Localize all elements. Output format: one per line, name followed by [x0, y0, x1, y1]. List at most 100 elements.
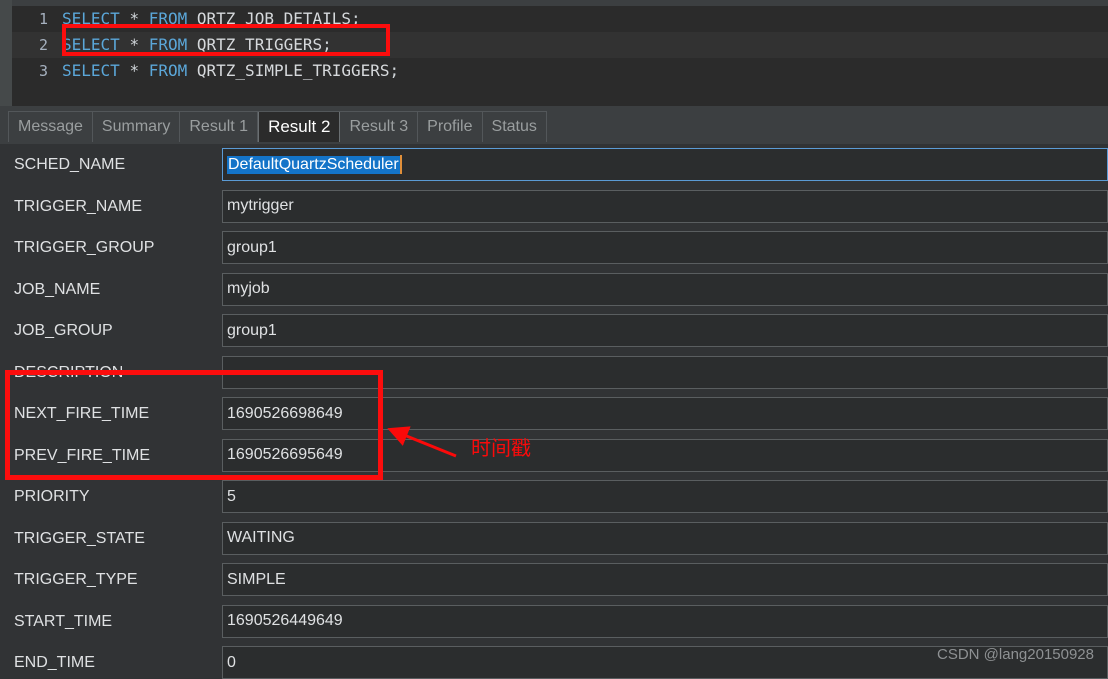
field-label: PRIORITY — [14, 488, 90, 505]
field-value-cell[interactable]: mytrigger — [222, 189, 1108, 223]
field-value-text: group1 — [227, 321, 277, 339]
field-value-cell[interactable]: DefaultQuartzScheduler — [222, 148, 1108, 181]
field-value-cell[interactable]: 5 — [222, 480, 1108, 513]
form-row[interactable]: TRIGGER_TYPE SIMPLE — [0, 559, 1108, 601]
field-label: START_TIME — [14, 612, 113, 630]
field-value-wrap: myjob — [222, 272, 1108, 306]
field-label: TRIGGER_STATE — [14, 529, 145, 547]
editor-code-pane[interactable]: 1 SELECT * FROM QRTZ_JOB_DETAILS; 2 SELECT … — [12, 6, 1108, 106]
form-row[interactable]: TRIGGER_GROUP group1 — [0, 227, 1108, 269]
field-label: PREV_FIRE_TIME — [14, 446, 151, 464]
code-token: * — [129, 9, 140, 28]
tab-message[interactable]: Message — [9, 112, 93, 142]
field-value-text: DefaultQuartzScheduler — [227, 155, 400, 174]
record-form-grid[interactable]: SCHED_NAME DefaultQuartzScheduler TRIGGER_… — [0, 144, 1108, 679]
code-token: ; — [351, 9, 361, 28]
code-token: QRTZ_SIMPLE_TRIGGERS — [196, 61, 390, 80]
code-token: * — [129, 61, 140, 80]
field-label: JOB_NAME — [14, 280, 101, 298]
field-value-wrap: SIMPLE — [222, 563, 1108, 596]
field-value-cell[interactable]: WAITING — [222, 521, 1108, 555]
line-number: 2 — [38, 36, 48, 54]
field-value-cell[interactable]: group1 — [222, 314, 1108, 347]
field-value-text: 1690526698649 — [227, 404, 343, 422]
code-line[interactable]: 1 SELECT * FROM QRTZ_JOB_DETAILS; — [12, 6, 1108, 32]
field-value-cell[interactable] — [222, 355, 1108, 389]
form-row[interactable]: JOB_NAME myjob — [0, 269, 1108, 311]
field-value-wrap: group1 — [222, 231, 1108, 264]
code-line-list[interactable]: 1 SELECT * FROM QRTZ_JOB_DETAILS; 2 SELECT … — [12, 6, 1108, 84]
field-label: TRIGGER_GROUP — [14, 239, 155, 256]
line-number: 1 — [38, 10, 48, 28]
form-row[interactable]: TRIGGER_NAME mytrigger — [0, 186, 1108, 228]
field-value-text: SIMPLE — [227, 570, 286, 588]
field-value-cell[interactable]: myjob — [222, 272, 1108, 306]
watermark-text: CSDN @lang20150928 — [937, 646, 1094, 663]
tab-list[interactable]: Message Summary Result 1 Result 2 Result 3 Pr… — [8, 111, 547, 142]
tab-result-1[interactable]: Result 1 — [180, 112, 259, 142]
field-value-text: mytrigger — [227, 197, 294, 214]
form-row[interactable]: PRIORITY 5 — [0, 476, 1108, 518]
field-value-text: 5 — [227, 487, 236, 505]
field-label: DESCRIPTION — [14, 363, 124, 381]
field-value-text: 0 — [227, 653, 236, 671]
field-value-wrap: 1690526698649 — [222, 397, 1108, 430]
annotation-label-timestamp: 时间戳 — [471, 436, 531, 460]
code-token: SELECT — [62, 9, 120, 28]
field-value-wrap: DefaultQuartzScheduler — [222, 148, 1108, 181]
field-label: SCHED_NAME — [14, 156, 126, 173]
form-row[interactable]: PREV_FIRE_TIME 1690526695649 — [0, 435, 1108, 477]
field-value-wrap: 1690526449649 — [222, 604, 1108, 638]
code-token: FROM — [148, 9, 188, 28]
field-value-wrap: 5 — [222, 480, 1108, 513]
field-value-cell[interactable]: 1690526449649 — [222, 604, 1108, 638]
code-text: SELECT * FROM QRTZ_SIMPLE_TRIGGERS; — [62, 58, 399, 84]
field-label: JOB_GROUP — [14, 322, 113, 339]
field-value-wrap: group1 — [222, 314, 1108, 347]
field-label: NEXT_FIRE_TIME — [14, 405, 150, 422]
code-token: SELECT — [62, 35, 120, 54]
code-token: * — [129, 35, 140, 54]
code-token: FROM — [148, 61, 188, 80]
code-line[interactable]: 2 SELECT * FROM QRTZ_TRIGGERS; — [12, 32, 1108, 58]
tab-result-3[interactable]: Result 3 — [340, 112, 419, 142]
tab-status[interactable]: Status — [482, 112, 546, 142]
tab-profile[interactable]: Profile — [418, 112, 483, 142]
form-row[interactable]: NEXT_FIRE_TIME 1690526698649 — [0, 393, 1108, 435]
form-row[interactable]: TRIGGER_STATE WAITING — [0, 518, 1108, 560]
code-token: QRTZ_TRIGGERS — [196, 35, 323, 54]
tab-result-2[interactable]: Result 2 — [258, 112, 341, 142]
form-row[interactable]: DESCRIPTION — [0, 352, 1108, 394]
field-label: END_TIME — [14, 654, 95, 671]
field-value-cell[interactable]: 1690526698649 — [222, 397, 1108, 430]
field-label: TRIGGER_TYPE — [14, 571, 138, 588]
field-value-wrap: WAITING — [222, 521, 1108, 555]
form-row[interactable]: SCHED_NAME DefaultQuartzScheduler — [0, 144, 1108, 186]
field-value-text: WAITING — [227, 529, 295, 546]
field-value-text: myjob — [227, 280, 270, 297]
code-text: SELECT * FROM QRTZ_TRIGGERS; — [62, 32, 332, 58]
form-row[interactable]: JOB_GROUP group1 — [0, 310, 1108, 352]
text-caret — [399, 155, 402, 174]
tab-summary[interactable]: Summary — [92, 112, 181, 142]
results-tabbar[interactable]: Message Summary Result 1 Result 2 Result 3 Pr… — [0, 106, 1108, 144]
editor-left-margin — [0, 0, 12, 106]
code-token: FROM — [148, 35, 188, 54]
sql-client-window: 1 SELECT * FROM QRTZ_JOB_DETAILS; 2 SELECT … — [0, 0, 1108, 679]
field-value-cell[interactable]: group1 — [222, 231, 1108, 264]
field-value-text: 1690526695649 — [227, 446, 343, 463]
code-token: SELECT — [62, 61, 120, 80]
line-number: 3 — [38, 62, 48, 80]
sql-editor[interactable]: 1 SELECT * FROM QRTZ_JOB_DETAILS; 2 SELECT … — [0, 0, 1108, 106]
field-value-wrap: 1690526695649 — [222, 438, 1108, 472]
field-value-cell[interactable]: SIMPLE — [222, 563, 1108, 596]
field-value-wrap: mytrigger — [222, 189, 1108, 223]
field-value-cell[interactable]: 1690526695649 — [222, 438, 1108, 472]
field-value-text: 1690526449649 — [227, 612, 343, 629]
form-row[interactable]: START_TIME 1690526449649 — [0, 601, 1108, 643]
field-value-text: group1 — [227, 238, 277, 256]
code-line[interactable]: 3 SELECT * FROM QRTZ_SIMPLE_TRIGGERS; — [12, 58, 1108, 84]
code-text: SELECT * FROM QRTZ_JOB_DETAILS; — [62, 6, 361, 32]
code-token: ; — [322, 35, 332, 54]
field-value-wrap — [222, 355, 1108, 389]
